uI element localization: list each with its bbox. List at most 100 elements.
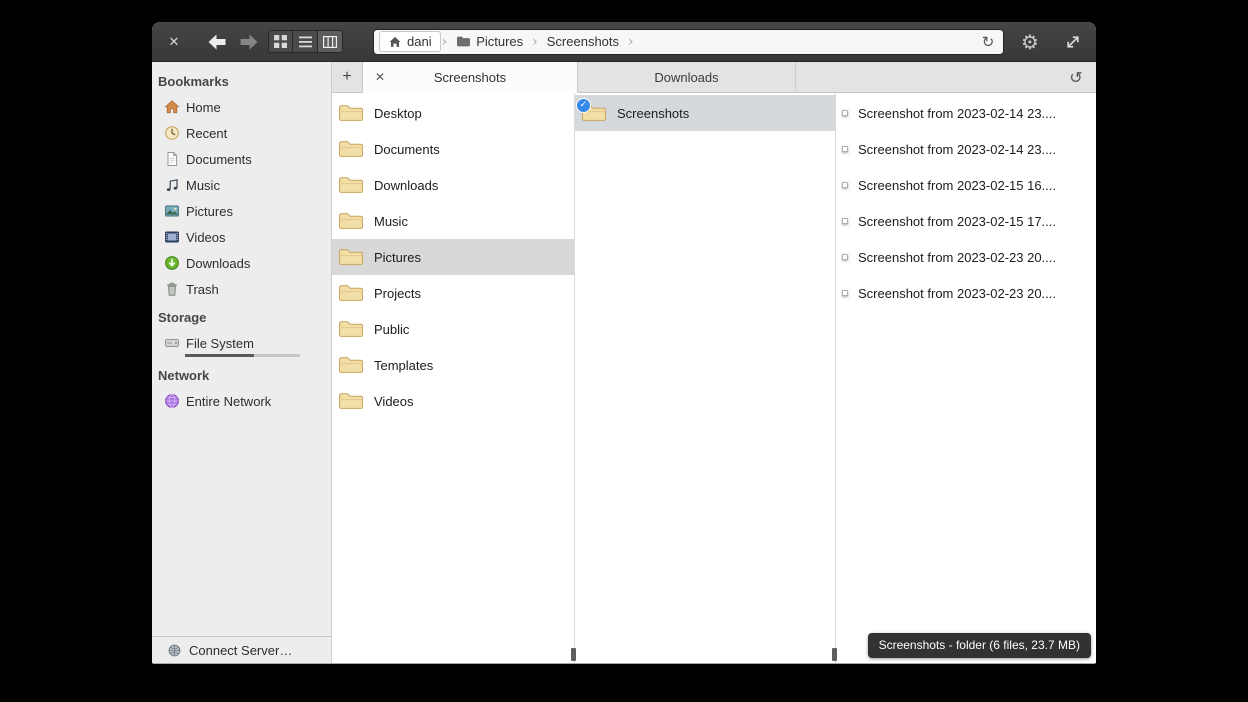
folder-label: Documents <box>374 142 440 157</box>
file-row[interactable]: Screenshot from 2023-02-14 23.... <box>836 95 1096 131</box>
folder-icon <box>338 175 364 195</box>
file-name: Screenshot from 2023-02-14 23.... <box>858 106 1056 121</box>
file-thumbnail <box>842 110 848 116</box>
sidebar-item-label: Videos <box>186 230 226 245</box>
tab-bar: + ✕ Screenshots Downloads ↺ <box>332 62 1096 93</box>
sidebar-item-entire-network[interactable]: Entire Network <box>152 388 331 414</box>
folder-row-screenshots-selected[interactable]: ✓ Screenshots <box>575 95 835 131</box>
column-resize-grip[interactable] <box>571 648 576 661</box>
main-area: + ✕ Screenshots Downloads ↺ Desktop <box>332 62 1096 663</box>
sidebar-item-label: Documents <box>186 152 252 167</box>
disk-usage-bar <box>185 354 300 357</box>
breadcrumb-label: Pictures <box>476 34 523 49</box>
folder-icon <box>338 283 364 303</box>
file-thumbnail <box>842 218 848 224</box>
folder-row-pictures-selected[interactable]: Pictures <box>332 239 574 275</box>
refresh-icon: ↻ <box>982 33 995 51</box>
breadcrumb-pictures[interactable]: Pictures <box>448 32 531 51</box>
file-thumbnail <box>842 146 848 152</box>
sidebar-item-recent[interactable]: Recent <box>152 120 331 146</box>
header-bar: ✕ dani › Pictures › Screenshots › ↻ <box>152 22 1096 62</box>
file-row[interactable]: Screenshot from 2023-02-15 17.... <box>836 203 1096 239</box>
settings-gear-button[interactable]: ⚙ <box>1016 28 1044 56</box>
sidebar-item-label: Trash <box>186 282 219 297</box>
fullscreen-button[interactable] <box>1060 29 1086 55</box>
folder-icon <box>338 319 364 339</box>
folder-row-music[interactable]: Music <box>332 203 574 239</box>
history-button[interactable]: ↺ <box>1056 62 1096 93</box>
breadcrumb-home[interactable]: dani <box>379 31 441 52</box>
grid-view-button[interactable] <box>268 30 293 53</box>
folder-icon <box>338 211 364 231</box>
document-icon <box>164 151 180 167</box>
chevron-right-icon: › <box>532 34 538 50</box>
trash-icon <box>164 281 180 297</box>
folder-label: Pictures <box>374 250 421 265</box>
folder-label: Music <box>374 214 408 229</box>
list-view-button[interactable] <box>293 30 318 53</box>
column-view-button[interactable] <box>318 30 343 53</box>
sidebar-item-label: Home <box>186 100 221 115</box>
folder-label: Desktop <box>374 106 422 121</box>
new-tab-button[interactable]: + <box>332 62 363 93</box>
file-row[interactable]: Screenshot from 2023-02-14 23.... <box>836 131 1096 167</box>
file-name: Screenshot from 2023-02-15 17.... <box>858 214 1056 229</box>
folder-label: Projects <box>374 286 421 301</box>
sidebar-item-music[interactable]: Music <box>152 172 331 198</box>
sidebar: Bookmarks Home Recent Documents Music Pi… <box>152 62 332 663</box>
file-row[interactable]: Screenshot from 2023-02-15 16.... <box>836 167 1096 203</box>
sidebar-item-documents[interactable]: Documents <box>152 146 331 172</box>
selected-check-badge: ✓ <box>576 98 591 113</box>
folder-icon <box>338 247 364 267</box>
folder-row-templates[interactable]: Templates <box>332 347 574 383</box>
tab-downloads[interactable]: Downloads <box>578 62 796 93</box>
download-icon <box>164 255 180 271</box>
folder-row-projects[interactable]: Projects <box>332 275 574 311</box>
sidebar-item-pictures[interactable]: Pictures <box>152 198 331 224</box>
file-row[interactable]: Screenshot from 2023-02-23 20.... <box>836 239 1096 275</box>
folder-row-documents[interactable]: Documents <box>332 131 574 167</box>
path-bar: dani › Pictures › Screenshots › ↻ <box>373 29 1004 55</box>
view-switcher <box>268 30 343 53</box>
server-icon <box>166 642 182 658</box>
folder-row-desktop[interactable]: Desktop <box>332 95 574 131</box>
back-button[interactable] <box>204 30 230 54</box>
sidebar-item-label: Downloads <box>186 256 250 271</box>
tab-bar-spacer <box>796 62 1056 93</box>
sidebar-item-label: Music <box>186 178 220 193</box>
tab-screenshots[interactable]: ✕ Screenshots <box>363 62 578 93</box>
connect-server-button[interactable]: Connect Server… <box>152 636 331 663</box>
folder-row-videos[interactable]: Videos <box>332 383 574 419</box>
sidebar-item-home[interactable]: Home <box>152 94 331 120</box>
history-icon: ↺ <box>1069 68 1082 87</box>
close-icon: ✕ <box>169 34 180 50</box>
file-row[interactable]: Screenshot from 2023-02-23 20.... <box>836 275 1096 311</box>
tab-close-button[interactable]: ✕ <box>372 69 388 85</box>
chevron-right-icon: › <box>628 34 634 50</box>
sidebar-item-downloads[interactable]: Downloads <box>152 250 331 276</box>
gear-icon: ⚙ <box>1021 30 1039 54</box>
plus-icon: + <box>342 68 351 85</box>
forward-button[interactable] <box>236 30 262 54</box>
window-close-button[interactable]: ✕ <box>162 30 186 54</box>
column-resize-grip[interactable] <box>832 648 837 661</box>
file-thumbnail <box>842 254 848 260</box>
sidebar-item-file-system[interactable]: File System <box>152 330 331 356</box>
sidebar-item-videos[interactable]: Videos <box>152 224 331 250</box>
pictures-icon <box>164 203 180 219</box>
folder-label: Downloads <box>374 178 438 193</box>
folder-row-downloads[interactable]: Downloads <box>332 167 574 203</box>
folder-icon <box>338 355 364 375</box>
folder-icon: ✓ <box>581 103 607 123</box>
sidebar-item-trash[interactable]: Trash <box>152 276 331 302</box>
expand-icon <box>1063 32 1083 52</box>
files-column: Screenshot from 2023-02-14 23.... Screen… <box>836 93 1096 663</box>
breadcrumb-screenshots[interactable]: Screenshots <box>539 32 627 51</box>
folder-icon <box>338 103 364 123</box>
refresh-button[interactable]: ↻ <box>976 30 1000 54</box>
breadcrumb-label: dani <box>407 34 432 49</box>
folder-label: Videos <box>374 394 414 409</box>
tab-label: Downloads <box>654 70 718 85</box>
folder-row-public[interactable]: Public <box>332 311 574 347</box>
forward-arrow-icon <box>238 33 260 51</box>
